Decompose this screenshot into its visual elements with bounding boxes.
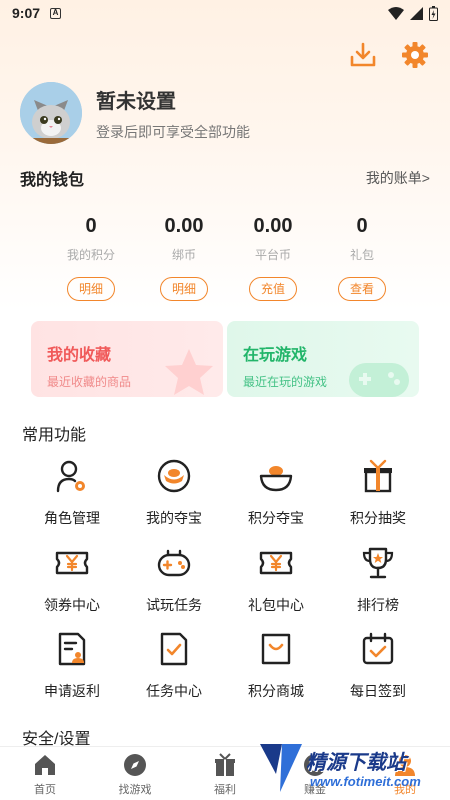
- func-points-mall[interactable]: 积分商城: [226, 631, 326, 701]
- task-check-icon: [160, 632, 188, 666]
- my-bills-link[interactable]: 我的账单>: [366, 168, 430, 188]
- gift-icon: [215, 753, 235, 776]
- gamepad-icon: [349, 363, 409, 397]
- wifi-icon: [388, 6, 404, 20]
- recharge-button[interactable]: 充值: [249, 277, 297, 301]
- func-points-treasure[interactable]: 积分夺宝: [226, 458, 326, 528]
- status-bar: 9:07 A: [0, 0, 450, 26]
- download-icon: [350, 42, 376, 67]
- func-label: 申请返利: [44, 683, 100, 699]
- gold-ingot-icon: [157, 459, 191, 493]
- stat-label: 礼包: [349, 248, 374, 262]
- watermark-text: 精源下载站: [306, 752, 406, 774]
- profile-text: 暂未设置 登录后即可享受全部功能: [96, 85, 250, 142]
- stat-value: 0: [85, 215, 97, 237]
- stat-bound-coins: 0.00 绑币 明细: [139, 212, 229, 301]
- func-task-center[interactable]: 任务中心: [124, 631, 224, 701]
- stat-points: 0 我的积分 明细: [46, 212, 136, 301]
- gamepad-icon: [157, 549, 191, 577]
- star-icon: [165, 349, 213, 395]
- document-user-icon: [58, 632, 86, 666]
- bound-coins-detail-button[interactable]: 明细: [160, 277, 208, 301]
- points-detail-button[interactable]: 明细: [67, 277, 115, 301]
- stat-value: 0.00: [253, 215, 293, 237]
- nav-label: 找游戏: [118, 784, 152, 796]
- settings-button[interactable]: [400, 40, 430, 70]
- func-label: 积分夺宝: [248, 510, 304, 526]
- func-label: 试玩任务: [146, 597, 202, 613]
- watermark-url: www.fotimeit.com: [310, 774, 421, 789]
- func-coupon-center[interactable]: 领券中心: [22, 545, 122, 615]
- compass-icon: [124, 754, 146, 776]
- yen-ticket-icon: [259, 551, 293, 575]
- wallet-title: 我的钱包: [20, 172, 85, 189]
- func-my-treasure[interactable]: 我的夺宝: [124, 458, 224, 528]
- profile-name: 暂未设置: [96, 90, 176, 113]
- notification-app-icon: A: [50, 7, 62, 19]
- stat-gift-packs: 0 礼包 查看: [317, 212, 407, 301]
- signal-icon: [410, 6, 423, 20]
- calendar-check-icon: [362, 632, 394, 665]
- status-time: 9:07: [12, 5, 41, 21]
- battery-icon: [429, 5, 438, 21]
- watermark-logo-icon: [260, 744, 302, 792]
- func-label: 任务中心: [146, 683, 202, 699]
- func-role-management[interactable]: 角色管理: [22, 458, 122, 528]
- func-gift-center[interactable]: 礼包中心: [226, 545, 326, 615]
- stat-label: 我的积分: [66, 248, 115, 262]
- trophy-icon: [362, 547, 394, 579]
- stat-value: 0: [356, 215, 368, 237]
- playing-games-card[interactable]: 在玩游戏 最近在玩的游戏: [227, 321, 419, 397]
- func-daily-checkin[interactable]: 每日签到: [328, 631, 428, 701]
- nav-find-games[interactable]: 找游戏: [90, 747, 180, 800]
- func-trial-tasks[interactable]: 试玩任务: [124, 545, 224, 615]
- func-label: 积分商城: [248, 683, 304, 699]
- func-leaderboard[interactable]: 排行榜: [328, 545, 428, 615]
- common-functions-title: 常用功能: [22, 427, 87, 444]
- gear-icon: [402, 42, 428, 68]
- nav-label: 首页: [34, 784, 56, 796]
- nav-home[interactable]: 首页: [0, 747, 90, 800]
- stat-label: 绑币: [171, 248, 196, 262]
- stat-label: 平台币: [254, 248, 291, 262]
- shopping-bag-icon: [261, 633, 291, 665]
- func-label: 我的夺宝: [146, 510, 202, 526]
- status-icons: [388, 5, 438, 21]
- stat-value: 0.00: [164, 215, 204, 237]
- my-favorites-card[interactable]: 我的收藏 最近收藏的商品: [31, 321, 223, 397]
- func-apply-rebate[interactable]: 申请返利: [22, 631, 122, 701]
- func-label: 排行榜: [357, 597, 399, 613]
- func-label: 角色管理: [44, 510, 100, 526]
- watermark: 精源下载站 www.fotimeit.com: [256, 740, 426, 800]
- func-label: 领券中心: [44, 597, 100, 613]
- avatar[interactable]: [20, 82, 82, 144]
- wallet-header: 我的钱包 我的账单>: [20, 166, 430, 190]
- func-label: 每日签到: [350, 683, 406, 699]
- header-actions: [348, 40, 430, 70]
- func-label: 礼包中心: [248, 597, 304, 613]
- home-icon: [35, 755, 55, 775]
- profile-section[interactable]: 暂未设置 登录后即可享受全部功能: [20, 82, 250, 144]
- gift-box-icon: [364, 459, 392, 493]
- view-gifts-button[interactable]: 查看: [338, 277, 386, 301]
- func-label: 积分抽奖: [350, 510, 406, 526]
- yen-coupon-icon: [55, 551, 89, 575]
- profile-subtitle: 登录后即可享受全部功能: [96, 123, 250, 140]
- func-points-lottery[interactable]: 积分抽奖: [328, 458, 428, 528]
- user-gear-icon: [56, 460, 85, 493]
- download-button[interactable]: [348, 40, 378, 70]
- stat-platform-coins: 0.00 平台币 充值: [228, 212, 318, 301]
- cat-avatar-icon: [20, 82, 82, 144]
- treasure-bowl-icon: [259, 466, 293, 492]
